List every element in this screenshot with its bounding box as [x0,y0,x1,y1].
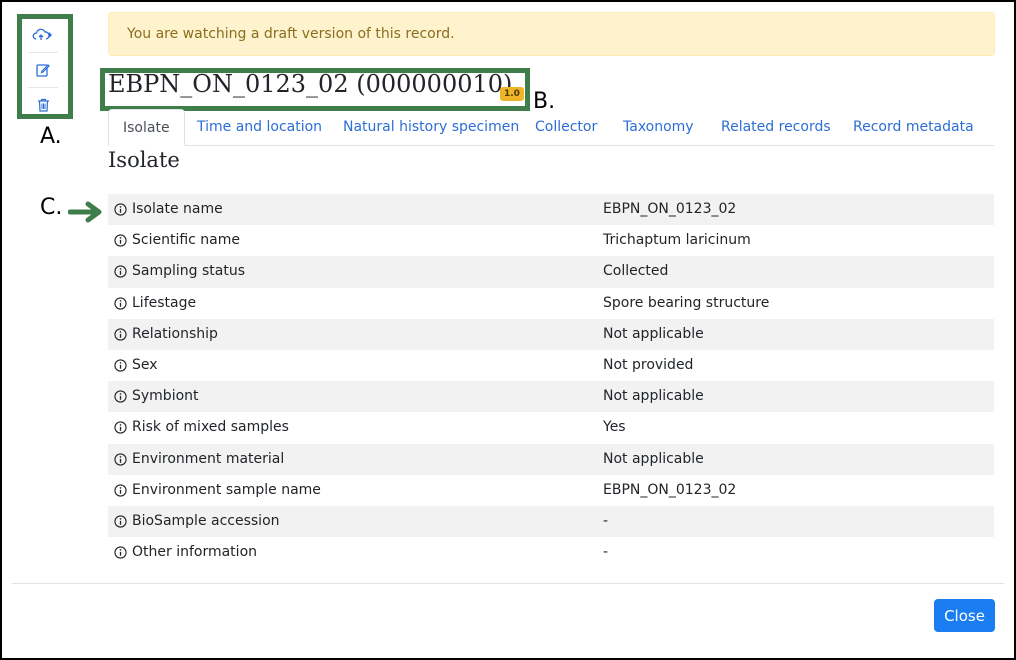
row-value: Yes [603,419,626,436]
annotation-label-a: A. [40,124,62,149]
tab-time-and-location[interactable]: Time and location [197,109,322,146]
row-label-cell: Environment sample name [114,475,321,506]
row-value: - [603,544,609,561]
annotation-arrow-icon [68,201,102,223]
row-value: - [603,512,609,529]
row-value: EBPN_ON_0123_02 [603,201,737,217]
table-row: Isolate name EBPN_ON_0123_02 [108,194,994,226]
row-label: Sex [132,356,158,373]
row-value: EBPN_ON_0123_02 [603,481,737,498]
table-row: BioSample accession - [108,505,994,538]
row-label: Sampling status [132,263,245,280]
info-icon[interactable] [114,265,127,279]
info-icon[interactable] [114,484,127,497]
row-label-cell: Sex [114,350,158,381]
info-icon[interactable] [114,421,127,434]
info-icon[interactable] [114,390,127,403]
row-label-cell: Isolate name [114,194,223,225]
row-label: Environment sample name [132,481,321,498]
row-label: Isolate name [132,201,223,217]
annotation-box-b [100,68,530,111]
row-value: Trichaptum laricinum [603,232,751,249]
row-label-cell: Scientific name [114,225,240,256]
row-label-cell: Relationship [114,319,218,350]
row-label: Lifestage [132,294,197,311]
row-label-cell: Environment material [114,444,284,475]
info-icon[interactable] [114,234,127,247]
info-icon[interactable] [114,359,127,372]
table-row: Environment material Not applicable [108,443,994,475]
table-row: Lifestage Spore bearing structure [108,288,994,319]
row-label: BioSample accession [132,512,280,529]
footer-divider [12,583,1004,584]
draft-alert: You are watching a draft version of this… [108,12,995,56]
row-label-cell: BioSample accession [114,506,280,537]
info-icon[interactable] [114,546,127,559]
info-icon[interactable] [114,328,127,341]
table-row: Symbiont Not applicable [108,381,994,413]
row-label: Scientific name [132,232,241,249]
row-label-cell: Symbiont [114,381,199,412]
row-label-cell: Other information [114,537,257,568]
row-value: Collected [603,263,669,280]
tab-natural-history-specimen[interactable]: Natural history specimen [343,109,519,146]
row-value: Not applicable [603,388,704,405]
record-tabs: Isolate Time and location Natural histor… [108,109,994,146]
info-icon[interactable] [114,515,127,528]
row-label-cell: Risk of mixed samples [114,412,289,443]
annotation-box-a [17,14,73,119]
row-label: Environment material [132,450,285,467]
row-value: Not applicable [603,450,704,467]
annotation-label-c: C. [40,195,63,220]
info-icon[interactable] [114,296,127,310]
table-row: Environment sample name EBPN_ON_0123_02 [108,475,994,506]
table-row: Sex Not provided [108,350,994,381]
info-icon[interactable] [114,452,127,466]
table-row: Other information - [108,537,994,568]
row-value: Spore bearing structure [603,294,770,311]
row-label: Risk of mixed samples [132,419,289,436]
tab-related-records[interactable]: Related records [721,109,831,146]
tab-isolate[interactable]: Isolate [108,109,185,146]
table-row: Scientific name Trichaptum laricinum [108,225,994,256]
row-label: Relationship [132,325,218,342]
row-label: Other information [132,544,258,561]
info-icon[interactable] [114,203,127,216]
row-value: Not provided [603,356,694,373]
tab-collector[interactable]: Collector [535,109,597,146]
row-label-cell: Lifestage [114,288,196,319]
tab-taxonomy[interactable]: Taxonomy [623,109,694,146]
section-title: Isolate [108,148,180,172]
row-value: Not applicable [603,325,704,342]
row-label: Symbiont [132,388,199,405]
row-label-cell: Sampling status [114,256,245,287]
attributes-table: Isolate name EBPN_ON_0123_02 Scientific na… [108,194,994,568]
tab-record-metadata[interactable]: Record metadata [853,109,974,146]
table-row: Risk of mixed samples Yes [108,412,994,443]
table-row: Relationship Not applicable [108,318,994,350]
close-button[interactable]: Close [934,599,995,632]
table-row: Sampling status Collected [108,256,994,288]
